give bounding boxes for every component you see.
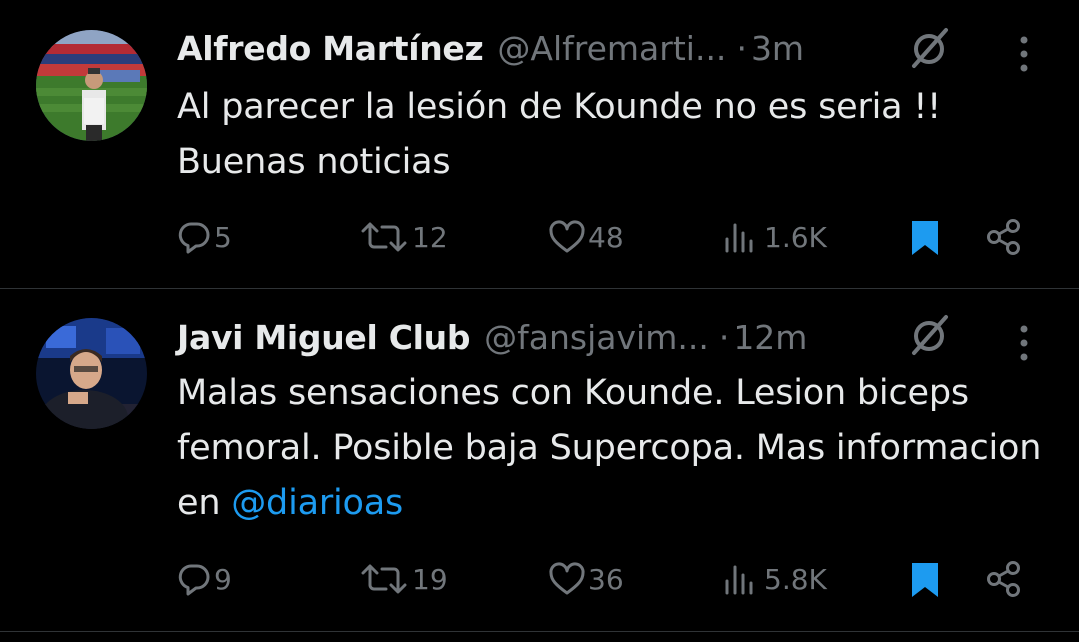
tweet-text: Al parecer la lesión de Kounde no es ser… [177, 80, 1057, 190]
share-icon [987, 561, 1020, 597]
author-name[interactable]: Alfredo Martínez [177, 29, 484, 68]
views-button[interactable]: 5.8K [722, 554, 827, 604]
like-button[interactable]: 48 [548, 212, 624, 262]
timestamp[interactable]: 3m [751, 29, 804, 68]
views-count: 5.8K [764, 562, 827, 596]
tweet-text: Malas sensaciones con Kounde. Lesion bic… [177, 366, 1057, 531]
grok-icon[interactable] [906, 311, 954, 359]
tweet-text-content: Al parecer la lesión de Kounde no es ser… [177, 87, 942, 182]
reply-icon [178, 564, 210, 596]
bookmark-button[interactable] [905, 554, 945, 604]
separator-dot: · [736, 28, 747, 68]
views-button[interactable]: 1.6K [722, 212, 827, 262]
retweet-icon [361, 222, 407, 252]
avatar[interactable] [36, 318, 147, 429]
author-handle[interactable]: @Alfremarti... [497, 29, 726, 68]
views-count: 1.6K [764, 220, 827, 254]
views-icon [725, 565, 753, 595]
heart-icon [549, 220, 585, 253]
retweet-icon [361, 564, 407, 594]
reply-button[interactable]: 9 [176, 554, 232, 604]
tweet-actions: 5 12 48 1.6K [0, 212, 1079, 262]
like-count: 48 [588, 220, 624, 254]
retweet-button[interactable]: 19 [358, 554, 448, 604]
views-icon [725, 223, 753, 253]
tweet-feed: Alfredo Martínez @Alfremarti... · 3m Al … [0, 0, 1079, 642]
bookmark-button[interactable] [905, 212, 945, 262]
retweet-count: 12 [412, 220, 448, 254]
reply-button[interactable]: 5 [176, 212, 232, 262]
divider [0, 631, 1079, 632]
share-button[interactable] [984, 554, 1024, 604]
tweet[interactable]: Javi Miguel Club @fansjavim... · 12m Mal… [0, 289, 1079, 631]
tweet-header: Alfredo Martínez @Alfremarti... · 3m [177, 26, 804, 70]
separator-dot: · [718, 317, 730, 357]
reply-count: 5 [214, 220, 232, 254]
author-handle[interactable]: @fansjavim... [484, 318, 709, 357]
mention-link[interactable]: @diarioas [231, 483, 403, 523]
retweet-count: 19 [412, 562, 448, 596]
reply-icon [178, 222, 210, 254]
bookmark-filled-icon [912, 563, 938, 597]
more-options-icon[interactable] [1010, 323, 1038, 363]
more-options-icon[interactable] [1010, 34, 1038, 74]
share-icon [987, 219, 1020, 255]
stadium-photo-icon [36, 30, 147, 141]
like-button[interactable]: 36 [548, 554, 624, 604]
grok-icon[interactable] [906, 24, 954, 72]
tweet-header: Javi Miguel Club @fansjavim... · 12m [177, 315, 807, 359]
tv-studio-photo-icon [36, 318, 147, 429]
reply-count: 9 [214, 562, 232, 596]
heart-icon [549, 562, 585, 595]
bookmark-filled-icon [912, 221, 938, 255]
like-count: 36 [588, 562, 624, 596]
tweet-actions: 9 19 36 5.8K [0, 554, 1079, 604]
retweet-button[interactable]: 12 [358, 212, 448, 262]
avatar[interactable] [36, 30, 147, 141]
tweet[interactable]: Alfredo Martínez @Alfremarti... · 3m Al … [0, 0, 1079, 288]
share-button[interactable] [984, 212, 1024, 262]
timestamp[interactable]: 12m [733, 318, 807, 357]
author-name[interactable]: Javi Miguel Club [177, 318, 470, 357]
